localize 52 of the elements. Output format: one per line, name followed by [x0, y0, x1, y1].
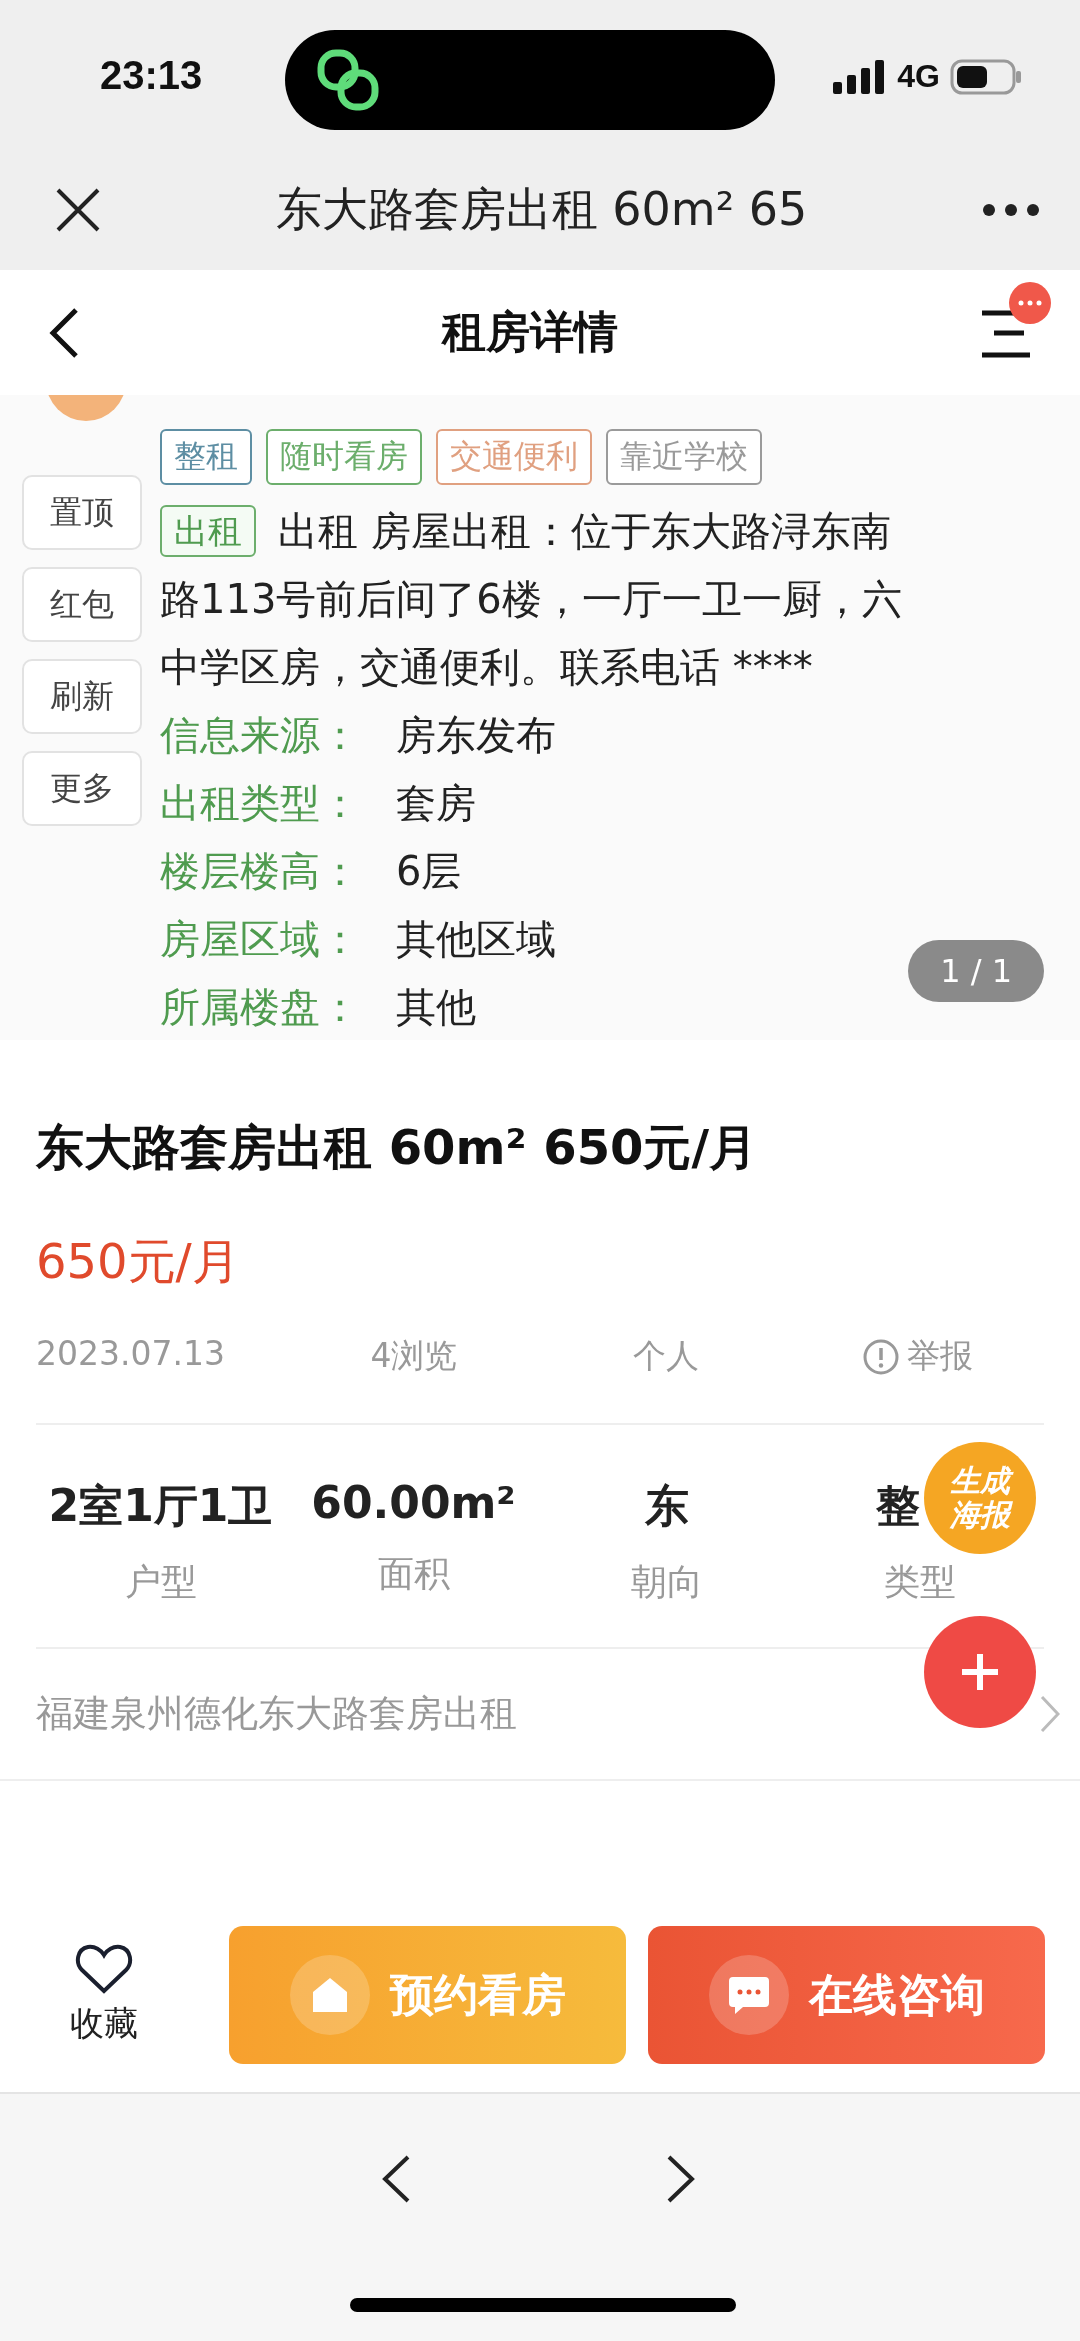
- spec-label: 户型: [124, 1560, 197, 1604]
- location-text: 福建泉州德化东大路套房出租: [36, 1691, 517, 1737]
- close-icon[interactable]: [55, 187, 101, 233]
- detail-value: 房东发布: [396, 711, 556, 760]
- notification-badge: [1008, 280, 1052, 325]
- spec-label: 类型: [883, 1560, 956, 1604]
- rent-tag: 出租: [160, 505, 256, 557]
- detail-value: 套房: [396, 779, 476, 828]
- link-icon: [315, 47, 381, 113]
- side-action-button[interactable]: 刷新: [22, 659, 142, 734]
- image-counter: 1 / 1: [908, 940, 1044, 1002]
- chat-icon: [726, 1975, 771, 2015]
- spec-value: 2室1厅1卫: [48, 1479, 273, 1533]
- feature-tag: 靠近学校: [606, 429, 762, 485]
- spec-value: 整: [875, 1479, 920, 1533]
- description-text: 中学区房，交通便利。联系电话 ****: [160, 643, 813, 692]
- spec-label: 朝向: [630, 1560, 703, 1604]
- spec-value: 东: [644, 1479, 689, 1533]
- description-text: 出租 房屋出租：位于东大路浔东南: [278, 507, 891, 556]
- side-action-button[interactable]: 置顶: [22, 475, 142, 550]
- detail-value: 其他: [396, 983, 476, 1032]
- side-action-button[interactable]: 红包: [22, 567, 142, 642]
- header-title: 租房详情: [442, 305, 618, 359]
- battery-icon: [950, 58, 1022, 95]
- spec-label: 面积: [377, 1552, 450, 1596]
- warning-icon: [863, 1338, 899, 1375]
- more-icon[interactable]: [982, 203, 1040, 217]
- network-label: 4G: [897, 58, 940, 95]
- detail-label: 楼层楼高：: [160, 847, 361, 896]
- publisher-type: 个人: [633, 1335, 699, 1377]
- plus-icon: [960, 1652, 1000, 1692]
- listing-title: 东大路套房出租 60m² 650元/月: [35, 1118, 758, 1177]
- heart-icon: [74, 1943, 133, 1995]
- detail-label: 出租类型：: [160, 779, 361, 828]
- side-action-button[interactable]: 更多: [22, 751, 142, 826]
- post-date: 2023.07.13: [36, 1334, 226, 1375]
- detail-label: 房屋区域：: [160, 915, 361, 964]
- back-icon[interactable]: [48, 306, 80, 359]
- status-time: 23:13: [100, 52, 203, 98]
- listing-price: 650元/月: [35, 1232, 241, 1291]
- detail-label: 信息来源：: [160, 711, 361, 760]
- feature-tag: 整租: [160, 429, 252, 485]
- view-count: 4浏览: [370, 1335, 458, 1377]
- feature-tag: 随时看房: [266, 429, 422, 485]
- description-text: 路113号前后间了6楼，一厅一卫一厨，六: [160, 575, 902, 624]
- detail-value: 其他区域: [396, 915, 556, 964]
- detail-value: 6层: [396, 847, 462, 896]
- spec-value: 60.00m²: [311, 1477, 516, 1528]
- feature-tag: 交通便利: [436, 429, 592, 485]
- detail-label: 所属楼盘：: [160, 983, 361, 1032]
- favorite-button[interactable]: 收藏: [0, 1942, 207, 2048]
- page-title: 东大路套房出租 60m² 65: [275, 181, 808, 238]
